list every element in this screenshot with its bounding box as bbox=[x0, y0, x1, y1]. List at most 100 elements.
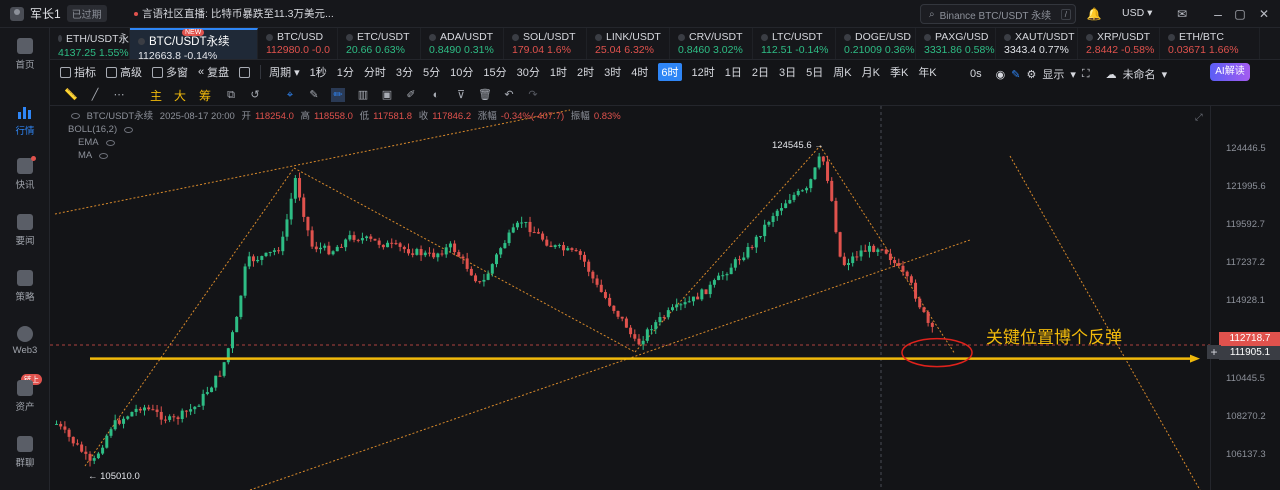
sidebar-item-chat[interactable]: 群聊 bbox=[0, 436, 50, 469]
period-month[interactable]: 月K bbox=[862, 64, 880, 80]
sidebar-item-market[interactable]: 行情 bbox=[0, 104, 50, 137]
settings-icon[interactable]: ⚙ bbox=[1026, 68, 1036, 81]
expand-icon[interactable]: ⤢ bbox=[1195, 112, 1203, 123]
add-alert-icon[interactable]: + bbox=[1207, 345, 1221, 359]
search-input[interactable]: ⌕ Binance BTC/USDT 永续 / bbox=[920, 4, 1076, 24]
replay-button[interactable]: «复盘 bbox=[198, 64, 229, 80]
edit-icon[interactable]: ✎ bbox=[1011, 68, 1020, 81]
period-4h[interactable]: 4时 bbox=[631, 64, 648, 80]
period-2h[interactable]: 2时 bbox=[577, 64, 594, 80]
ticker-item[interactable]: DOGE/USD 0.21009 0.36% bbox=[836, 28, 916, 59]
ticker-item[interactable]: BTC/USD 112980.0 -0.0 bbox=[258, 28, 338, 59]
period-3m[interactable]: 3分 bbox=[396, 64, 413, 80]
period-dropdown[interactable]: 周期 ▾ bbox=[269, 64, 300, 80]
big-order-tool[interactable]: 大 bbox=[174, 87, 186, 104]
price-axis[interactable]: 124446.5 121995.6 119592.7 117237.2 1149… bbox=[1210, 106, 1280, 490]
indicator-ema[interactable]: EMA bbox=[68, 136, 625, 149]
minimize-icon[interactable]: – bbox=[1210, 6, 1226, 22]
ticker-item[interactable]: CRV/USDT 0.8460 3.02% bbox=[670, 28, 753, 59]
ticker-item-active[interactable]: NEW BTC/USDT永续 112663.8 -0.14% bbox=[130, 28, 258, 59]
line-tool-icon[interactable]: ╱ bbox=[88, 88, 102, 102]
note-icon[interactable]: ✐ bbox=[404, 88, 418, 102]
more-icon[interactable]: ⋯ bbox=[112, 88, 126, 102]
period-1s[interactable]: 1秒 bbox=[310, 64, 327, 80]
candles-icon[interactable]: ▥ bbox=[356, 88, 370, 102]
indicator-ma[interactable]: MA bbox=[68, 149, 625, 162]
ticker-item[interactable]: SOL/USDT 179.04 1.6% bbox=[504, 28, 587, 59]
eye-icon[interactable] bbox=[105, 139, 115, 146]
trash-icon[interactable]: 🗑 bbox=[478, 88, 492, 102]
advanced-button[interactable]: 高级 bbox=[106, 64, 142, 80]
pen-icon[interactable]: ✎ bbox=[307, 88, 321, 102]
maximize-icon[interactable]: ▢ bbox=[1232, 6, 1248, 22]
ticker-item[interactable]: ETH/BTC 0.03671 1.66% bbox=[1160, 28, 1260, 59]
camera-icon[interactable]: ◉ bbox=[996, 68, 1006, 81]
eye-icon[interactable] bbox=[99, 152, 109, 159]
undo-icon[interactable]: ↶ bbox=[502, 88, 516, 102]
mail-icon[interactable]: ✉ bbox=[1174, 6, 1190, 22]
ticker-item[interactable]: ETH/USDT永 4137.25 1.55% bbox=[50, 28, 130, 59]
draw-tool-icon[interactable]: ✏ bbox=[331, 88, 345, 102]
cursor-icon[interactable]: ⌖ bbox=[283, 88, 297, 102]
indicator-boll[interactable]: BOLL(16,2) bbox=[68, 123, 625, 136]
close-icon[interactable]: ✕ bbox=[1256, 6, 1272, 22]
live-broadcast[interactable]: 言语社区直播: 比特币暴跌至11.3万美元... bbox=[134, 6, 334, 21]
period-5m[interactable]: 5分 bbox=[423, 64, 440, 80]
period-week[interactable]: 周K bbox=[833, 64, 851, 80]
ticker-item[interactable]: PAXG/USD 3331.86 0.58% bbox=[916, 28, 996, 59]
currency-select[interactable]: USD ▾ bbox=[1122, 7, 1152, 19]
period-6h[interactable]: 6时 bbox=[658, 63, 682, 81]
chip-tool[interactable]: 筹 bbox=[199, 87, 211, 104]
sidebar-item-home[interactable]: 首页 bbox=[0, 38, 50, 71]
period-1d[interactable]: 1日 bbox=[725, 64, 742, 80]
ticker-item[interactable]: LTC/USDT 112.51 -0.14% bbox=[753, 28, 836, 59]
eye-icon[interactable] bbox=[124, 126, 134, 133]
eye-icon[interactable] bbox=[71, 113, 80, 119]
layout-button[interactable] bbox=[239, 66, 251, 78]
period-1h[interactable]: 1时 bbox=[550, 64, 567, 80]
layout-name[interactable]: 未命名 bbox=[1123, 66, 1156, 82]
candlestick-chart[interactable] bbox=[50, 106, 1210, 490]
filter-icon[interactable]: ⊽ bbox=[454, 88, 468, 102]
period-quarter[interactable]: 季K bbox=[890, 64, 908, 80]
period-3d[interactable]: 3日 bbox=[779, 64, 796, 80]
sidebar-item-headlines[interactable]: 要闻 bbox=[0, 214, 50, 247]
ticker-item[interactable]: ETC/USDT 20.66 0.63% bbox=[338, 28, 421, 59]
chart-area[interactable]: BTC/USDT永续 2025-08-17 20:00 开 118254.0 高1… bbox=[50, 106, 1280, 490]
display-button[interactable]: 显示 bbox=[1042, 66, 1064, 82]
ticker-item[interactable]: XRP/USDT 2.8442 -0.58% bbox=[1078, 28, 1160, 59]
period-1m[interactable]: 1分 bbox=[337, 64, 354, 80]
undo-history-icon[interactable]: ↺ bbox=[248, 88, 262, 102]
period-timeshare[interactable]: 分时 bbox=[364, 64, 386, 80]
multi-window-button[interactable]: 多窗 bbox=[152, 64, 188, 80]
period-year[interactable]: 年K bbox=[918, 64, 936, 80]
period-3h[interactable]: 3时 bbox=[604, 64, 621, 80]
fullscreen-icon[interactable]: ⛶ bbox=[1082, 68, 1090, 81]
user-profile[interactable]: 军长1 已过期 bbox=[0, 5, 120, 22]
sidebar-item-assets[interactable]: 链上 资产 bbox=[0, 374, 50, 413]
ticker-item[interactable]: XAUT/USDT 3343.4 0.77% bbox=[996, 28, 1078, 59]
candle-body bbox=[277, 250, 281, 252]
copy-icon[interactable]: ⧉ bbox=[224, 88, 238, 102]
image-icon[interactable]: ▣ bbox=[380, 88, 394, 102]
ticker-item[interactable]: ADA/USDT 0.8490 0.31% bbox=[421, 28, 504, 59]
bell-icon[interactable]: 🔔 bbox=[1086, 6, 1102, 22]
magnet-icon[interactable]: ◐ bbox=[429, 88, 443, 102]
sidebar-item-strategy[interactable]: 策略 bbox=[0, 270, 50, 303]
ticker-item[interactable]: LINK/USDT 25.04 6.32% bbox=[587, 28, 670, 59]
period-5d[interactable]: 5日 bbox=[806, 64, 823, 80]
redo-icon[interactable]: ↷ bbox=[526, 88, 540, 102]
indicators-button[interactable]: 指标 bbox=[60, 64, 96, 80]
period-30m[interactable]: 30分 bbox=[517, 64, 540, 80]
period-12h[interactable]: 12时 bbox=[692, 64, 715, 80]
ai-read-button[interactable]: AI解读 bbox=[1210, 63, 1250, 81]
ema-label: EMA bbox=[78, 137, 99, 148]
sidebar-item-flash[interactable]: 快讯 bbox=[0, 156, 50, 191]
period-10m[interactable]: 10分 bbox=[450, 64, 473, 80]
period-15m[interactable]: 15分 bbox=[483, 64, 506, 80]
ruler-icon[interactable]: 📏 bbox=[64, 88, 78, 102]
main-force-tool[interactable]: 主 bbox=[150, 87, 162, 104]
sidebar-item-web3[interactable]: Web3 bbox=[0, 326, 50, 356]
candle-body bbox=[348, 235, 352, 240]
period-2d[interactable]: 2日 bbox=[752, 64, 769, 80]
